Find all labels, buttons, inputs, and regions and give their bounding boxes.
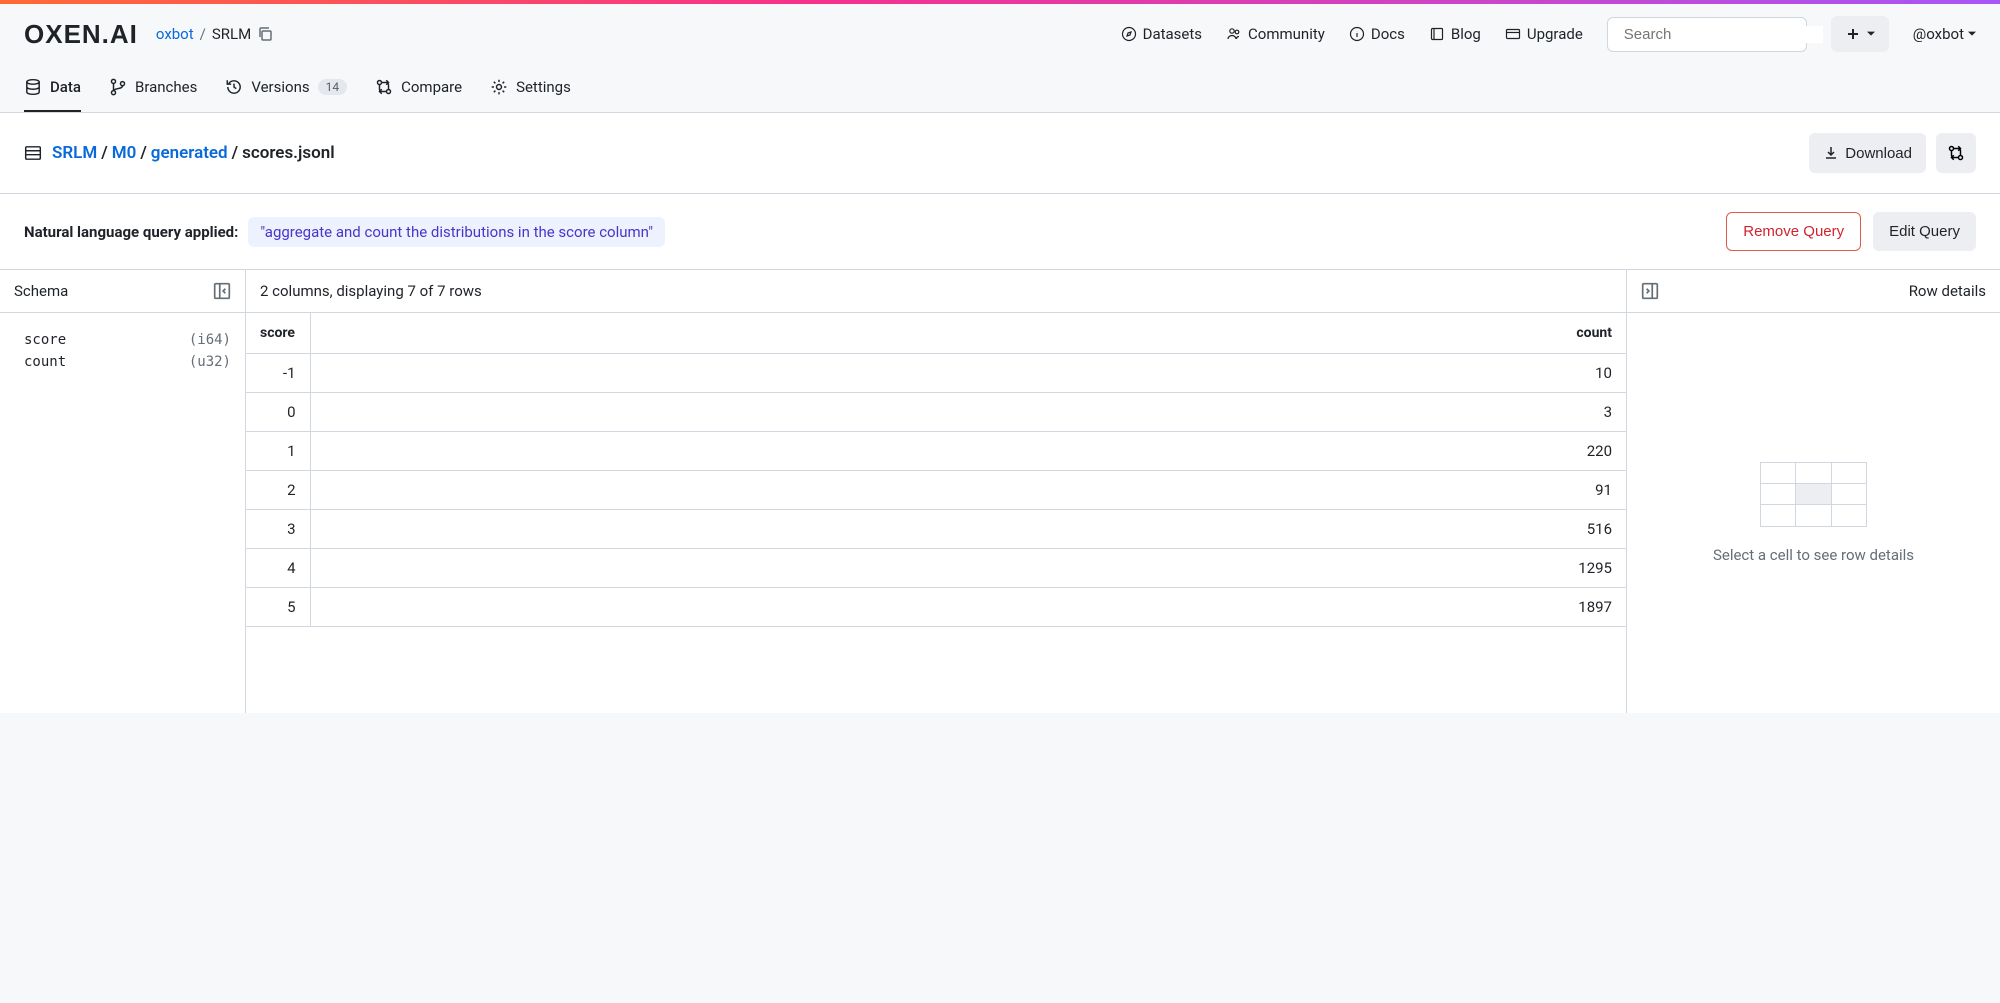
info-icon xyxy=(1349,26,1365,42)
history-icon xyxy=(225,78,243,96)
data-area: Schema score(i64)count(u32) 2 columns, d… xyxy=(0,270,2000,713)
table-panel: 2 columns, displaying 7 of 7 rows score … xyxy=(246,270,1626,713)
crumb-m0[interactable]: M0 xyxy=(112,143,137,163)
owner-link[interactable]: oxbot xyxy=(156,25,194,43)
crumb-generated[interactable]: generated xyxy=(151,143,228,163)
user-menu[interactable]: @oxbot xyxy=(1913,25,1976,43)
plus-icon xyxy=(1845,26,1861,42)
crumb-sep: / xyxy=(200,25,206,43)
compare-file-button[interactable] xyxy=(1936,133,1976,173)
table-row[interactable]: 1220 xyxy=(246,432,1626,471)
new-button[interactable] xyxy=(1831,16,1889,52)
details-header: Row details xyxy=(1627,270,2000,313)
table-row[interactable]: 291 xyxy=(246,471,1626,510)
collapse-left-icon[interactable] xyxy=(213,282,231,300)
branch-icon xyxy=(109,78,127,96)
book-icon xyxy=(1429,26,1445,42)
schema-panel: Schema score(i64)count(u32) xyxy=(0,270,246,713)
caret-down-icon xyxy=(1867,30,1875,38)
file-header: SRLM/M0/generated/scores.jsonl Download xyxy=(0,113,2000,194)
search-box[interactable] xyxy=(1607,17,1807,52)
compare-icon xyxy=(1947,144,1965,162)
card-icon xyxy=(1505,26,1521,42)
search-input[interactable] xyxy=(1624,26,1823,43)
table-icon xyxy=(24,144,42,162)
crumb-current: scores.jsonl xyxy=(242,143,335,163)
remove-query-button[interactable]: Remove Query xyxy=(1726,212,1861,251)
schema-header: Schema xyxy=(0,270,245,313)
tab-versions[interactable]: Versions 14 xyxy=(225,64,347,112)
compare-icon xyxy=(375,78,393,96)
nav-community[interactable]: Community xyxy=(1226,25,1325,43)
schema-row: score(i64) xyxy=(24,329,231,351)
copy-icon[interactable] xyxy=(257,26,273,42)
tab-compare[interactable]: Compare xyxy=(375,64,462,112)
nav-datasets[interactable]: Datasets xyxy=(1121,25,1202,43)
repo-name: SRLM xyxy=(212,25,251,43)
tab-branches[interactable]: Branches xyxy=(109,64,197,112)
compass-icon xyxy=(1121,26,1137,42)
details-body: Select a cell to see row details xyxy=(1627,313,2000,713)
nav-docs[interactable]: Docs xyxy=(1349,25,1405,43)
table-row[interactable]: 3516 xyxy=(246,510,1626,549)
col-count[interactable]: count xyxy=(310,313,1626,354)
tab-bar: Data Branches Versions 14 Compare Settin… xyxy=(0,64,2000,113)
tab-data[interactable]: Data xyxy=(24,64,81,112)
versions-badge: 14 xyxy=(318,79,348,95)
details-panel: Row details Select a cell to see row det… xyxy=(1626,270,2000,713)
crumb-srlm[interactable]: SRLM xyxy=(52,143,97,163)
query-chip: "aggregate and count the distributions i… xyxy=(248,217,665,247)
gear-icon xyxy=(490,78,508,96)
people-icon xyxy=(1226,26,1242,42)
query-bar: Natural language query applied: "aggrega… xyxy=(0,194,2000,270)
download-icon xyxy=(1823,145,1839,161)
collapse-right-icon[interactable] xyxy=(1641,282,1659,300)
nav-right: Datasets Community Docs Blog Upgrade xyxy=(1121,16,1976,52)
table-summary: 2 columns, displaying 7 of 7 rows xyxy=(246,270,1626,313)
table-row[interactable]: -110 xyxy=(246,354,1626,393)
empty-grid-icon xyxy=(1761,462,1867,526)
top-header: OXEN.AI oxbot / SRLM Datasets Community … xyxy=(0,4,2000,64)
nav-upgrade[interactable]: Upgrade xyxy=(1505,25,1583,43)
nav-blog[interactable]: Blog xyxy=(1429,25,1481,43)
table-row[interactable]: 51897 xyxy=(246,588,1626,627)
col-score[interactable]: score xyxy=(246,313,310,354)
download-button[interactable]: Download xyxy=(1809,133,1926,173)
tab-settings[interactable]: Settings xyxy=(490,64,571,112)
repo-crumb: oxbot / SRLM xyxy=(156,25,273,43)
table-row[interactable]: 03 xyxy=(246,393,1626,432)
database-icon xyxy=(24,78,42,96)
table-row[interactable]: 41295 xyxy=(246,549,1626,588)
query-label: Natural language query applied: xyxy=(24,223,238,241)
data-table: score count -11003122029135164129551897 xyxy=(246,313,1626,627)
schema-list: score(i64)count(u32) xyxy=(0,313,245,389)
schema-row: count(u32) xyxy=(24,351,231,373)
caret-down-icon xyxy=(1968,30,1976,38)
file-crumb: SRLM/M0/generated/scores.jsonl xyxy=(24,143,335,163)
details-empty-text: Select a cell to see row details xyxy=(1713,546,1914,564)
logo[interactable]: OXEN.AI xyxy=(24,19,138,50)
edit-query-button[interactable]: Edit Query xyxy=(1873,212,1976,251)
query-actions: Remove Query Edit Query xyxy=(1726,212,1976,251)
file-actions: Download xyxy=(1809,133,1976,173)
